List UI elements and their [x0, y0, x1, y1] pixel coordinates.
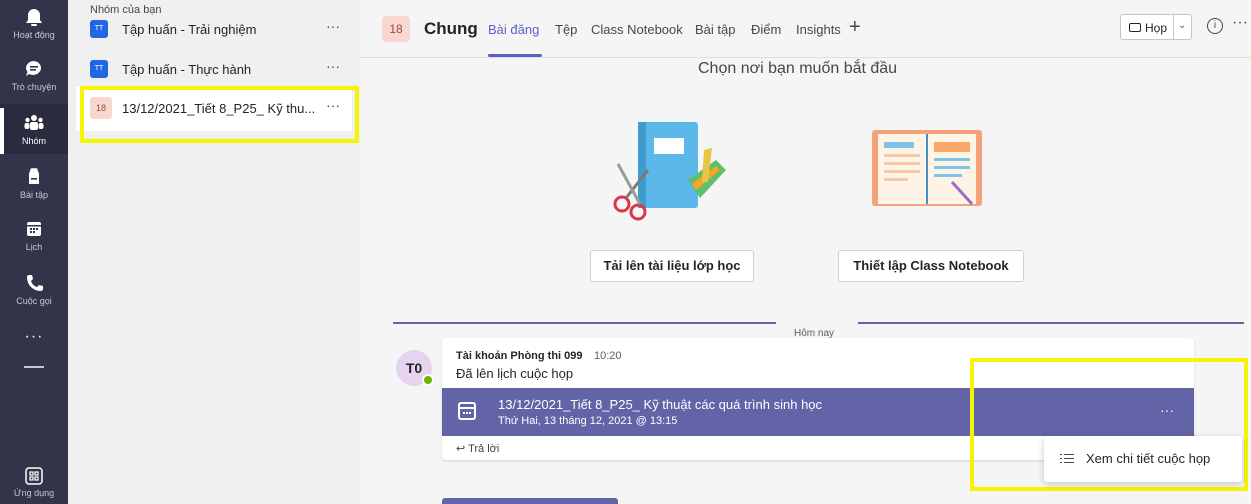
calendar-icon	[27, 222, 41, 236]
bell-icon	[26, 9, 42, 26]
team-badge: TT	[90, 20, 108, 38]
meeting-title: 13/12/2021_Tiết 8_P25_ Kỹ thuật các quá …	[498, 397, 823, 412]
meet-button-separator	[1173, 15, 1174, 39]
setup-class-notebook-button[interactable]: Thiết lập Class Notebook	[838, 250, 1024, 282]
meet-button-label: Họp	[1145, 21, 1168, 35]
rail-label: Ứng dụng	[13, 488, 55, 498]
info-icon[interactable]: i	[1207, 18, 1223, 34]
channel-title: Chung	[424, 19, 478, 38]
rail-item-calendar[interactable]: Lịch	[0, 218, 68, 252]
apps-icon	[25, 467, 43, 485]
tab-files[interactable]: Tệp	[555, 22, 577, 37]
upload-materials-button[interactable]: Tải lên tài liệu lớp học	[590, 250, 754, 282]
rail-label: Lịch	[25, 242, 43, 252]
video-camera-icon	[1129, 23, 1141, 32]
teams-icon	[24, 115, 44, 130]
meeting-date: Thứ Hai, 13 tháng 12, 2021 @ 13:15	[498, 415, 678, 427]
start-title: Chọn nơi bạn muốn bắt đầu	[698, 60, 898, 77]
new-conversation-button[interactable]	[442, 498, 618, 504]
team-item[interactable]: TT Tập huấn - Trải nghiệm ···	[88, 16, 350, 42]
rail-item-chat[interactable]: Trò chuyện	[0, 58, 68, 92]
backpack-icon	[29, 168, 39, 184]
more-options-icon[interactable]: ···	[1232, 14, 1248, 32]
post-author[interactable]: Tài khoản Phòng thi 099	[456, 350, 583, 362]
rail-more-icon[interactable]: ···	[0, 328, 68, 346]
tab-insights[interactable]: Insights	[796, 22, 841, 37]
rail-item-assignments[interactable]: Bài tập	[0, 166, 68, 200]
rail-label: Trò chuyện	[11, 82, 57, 92]
team-name: Tập huấn - Thực hành	[122, 62, 252, 77]
post-message: Đã lên lịch cuộc họp	[456, 366, 574, 381]
rail-label: Cuộc gọi	[16, 296, 52, 306]
reply-arrow-icon: ↩	[456, 443, 466, 455]
rail-item-apps[interactable]: Ứng dụng	[0, 466, 68, 498]
meet-button[interactable]: Họp ⌄	[1120, 14, 1192, 40]
team-name: Tập huấn - Trải nghiệm	[122, 22, 257, 37]
rail-item-calls[interactable]: Cuộc gọi	[0, 272, 68, 306]
tab-assignments[interactable]: Bài tập	[695, 22, 735, 37]
channel-badge: 18	[382, 16, 410, 42]
rail-label: Bài tập	[19, 190, 49, 200]
reply-label: Trả lời	[468, 443, 500, 455]
presence-available-icon	[422, 374, 434, 386]
channel-pane: 18 Chung Bài đăng Tệp Class Notebook Bài…	[360, 0, 1251, 504]
tab-grades[interactable]: Điểm	[751, 22, 781, 37]
chevron-down-icon[interactable]: ⌄	[1178, 20, 1186, 31]
highlight-box-team	[80, 86, 359, 143]
channel-header: 18 Chung Bài đăng Tệp Class Notebook Bài…	[360, 0, 1251, 58]
context-menu: Xem chi tiết cuộc họp	[1044, 436, 1242, 482]
phone-icon	[27, 275, 43, 291]
reply-button[interactable]: ↩ Trả lời	[456, 442, 499, 455]
rail-label: Hoạt động	[13, 30, 55, 40]
teams-header: Nhóm của bạn	[90, 4, 162, 16]
rail-label: Nhóm	[21, 136, 46, 146]
team-more-icon[interactable]: ···	[326, 18, 340, 34]
list-icon	[1060, 453, 1074, 465]
date-divider-right	[858, 322, 1244, 324]
team-more-icon[interactable]: ···	[326, 58, 340, 74]
team-badge: TT	[90, 60, 108, 78]
teams-panel: Nhóm của bạn TT Tập huấn - Trải nghiệm ·…	[68, 0, 360, 504]
tab-class-notebook[interactable]: Class Notebook	[591, 22, 683, 37]
header-divider	[360, 57, 1251, 58]
post-time: 10:20	[594, 350, 622, 362]
calendar-icon	[458, 402, 476, 420]
notebook-illustration-icon	[613, 122, 726, 221]
chat-icon	[26, 61, 42, 76]
team-item[interactable]: TT Tập huấn - Thực hành ···	[88, 56, 350, 82]
app-rail: Hoạt động Trò chuyện Nhóm Bài tập Lịch C…	[0, 0, 68, 504]
tab-posts[interactable]: Bài đăng	[488, 22, 539, 37]
open-book-illustration-icon	[872, 130, 982, 206]
add-tab-icon[interactable]: +	[849, 16, 861, 39]
rail-item-activity[interactable]: Hoạt động	[0, 6, 68, 40]
rail-item-teams[interactable]: Nhóm	[0, 108, 68, 154]
view-meeting-details-item[interactable]: Xem chi tiết cuộc họp	[1086, 451, 1210, 466]
date-divider-left	[393, 322, 776, 324]
rail-divider	[24, 366, 44, 368]
